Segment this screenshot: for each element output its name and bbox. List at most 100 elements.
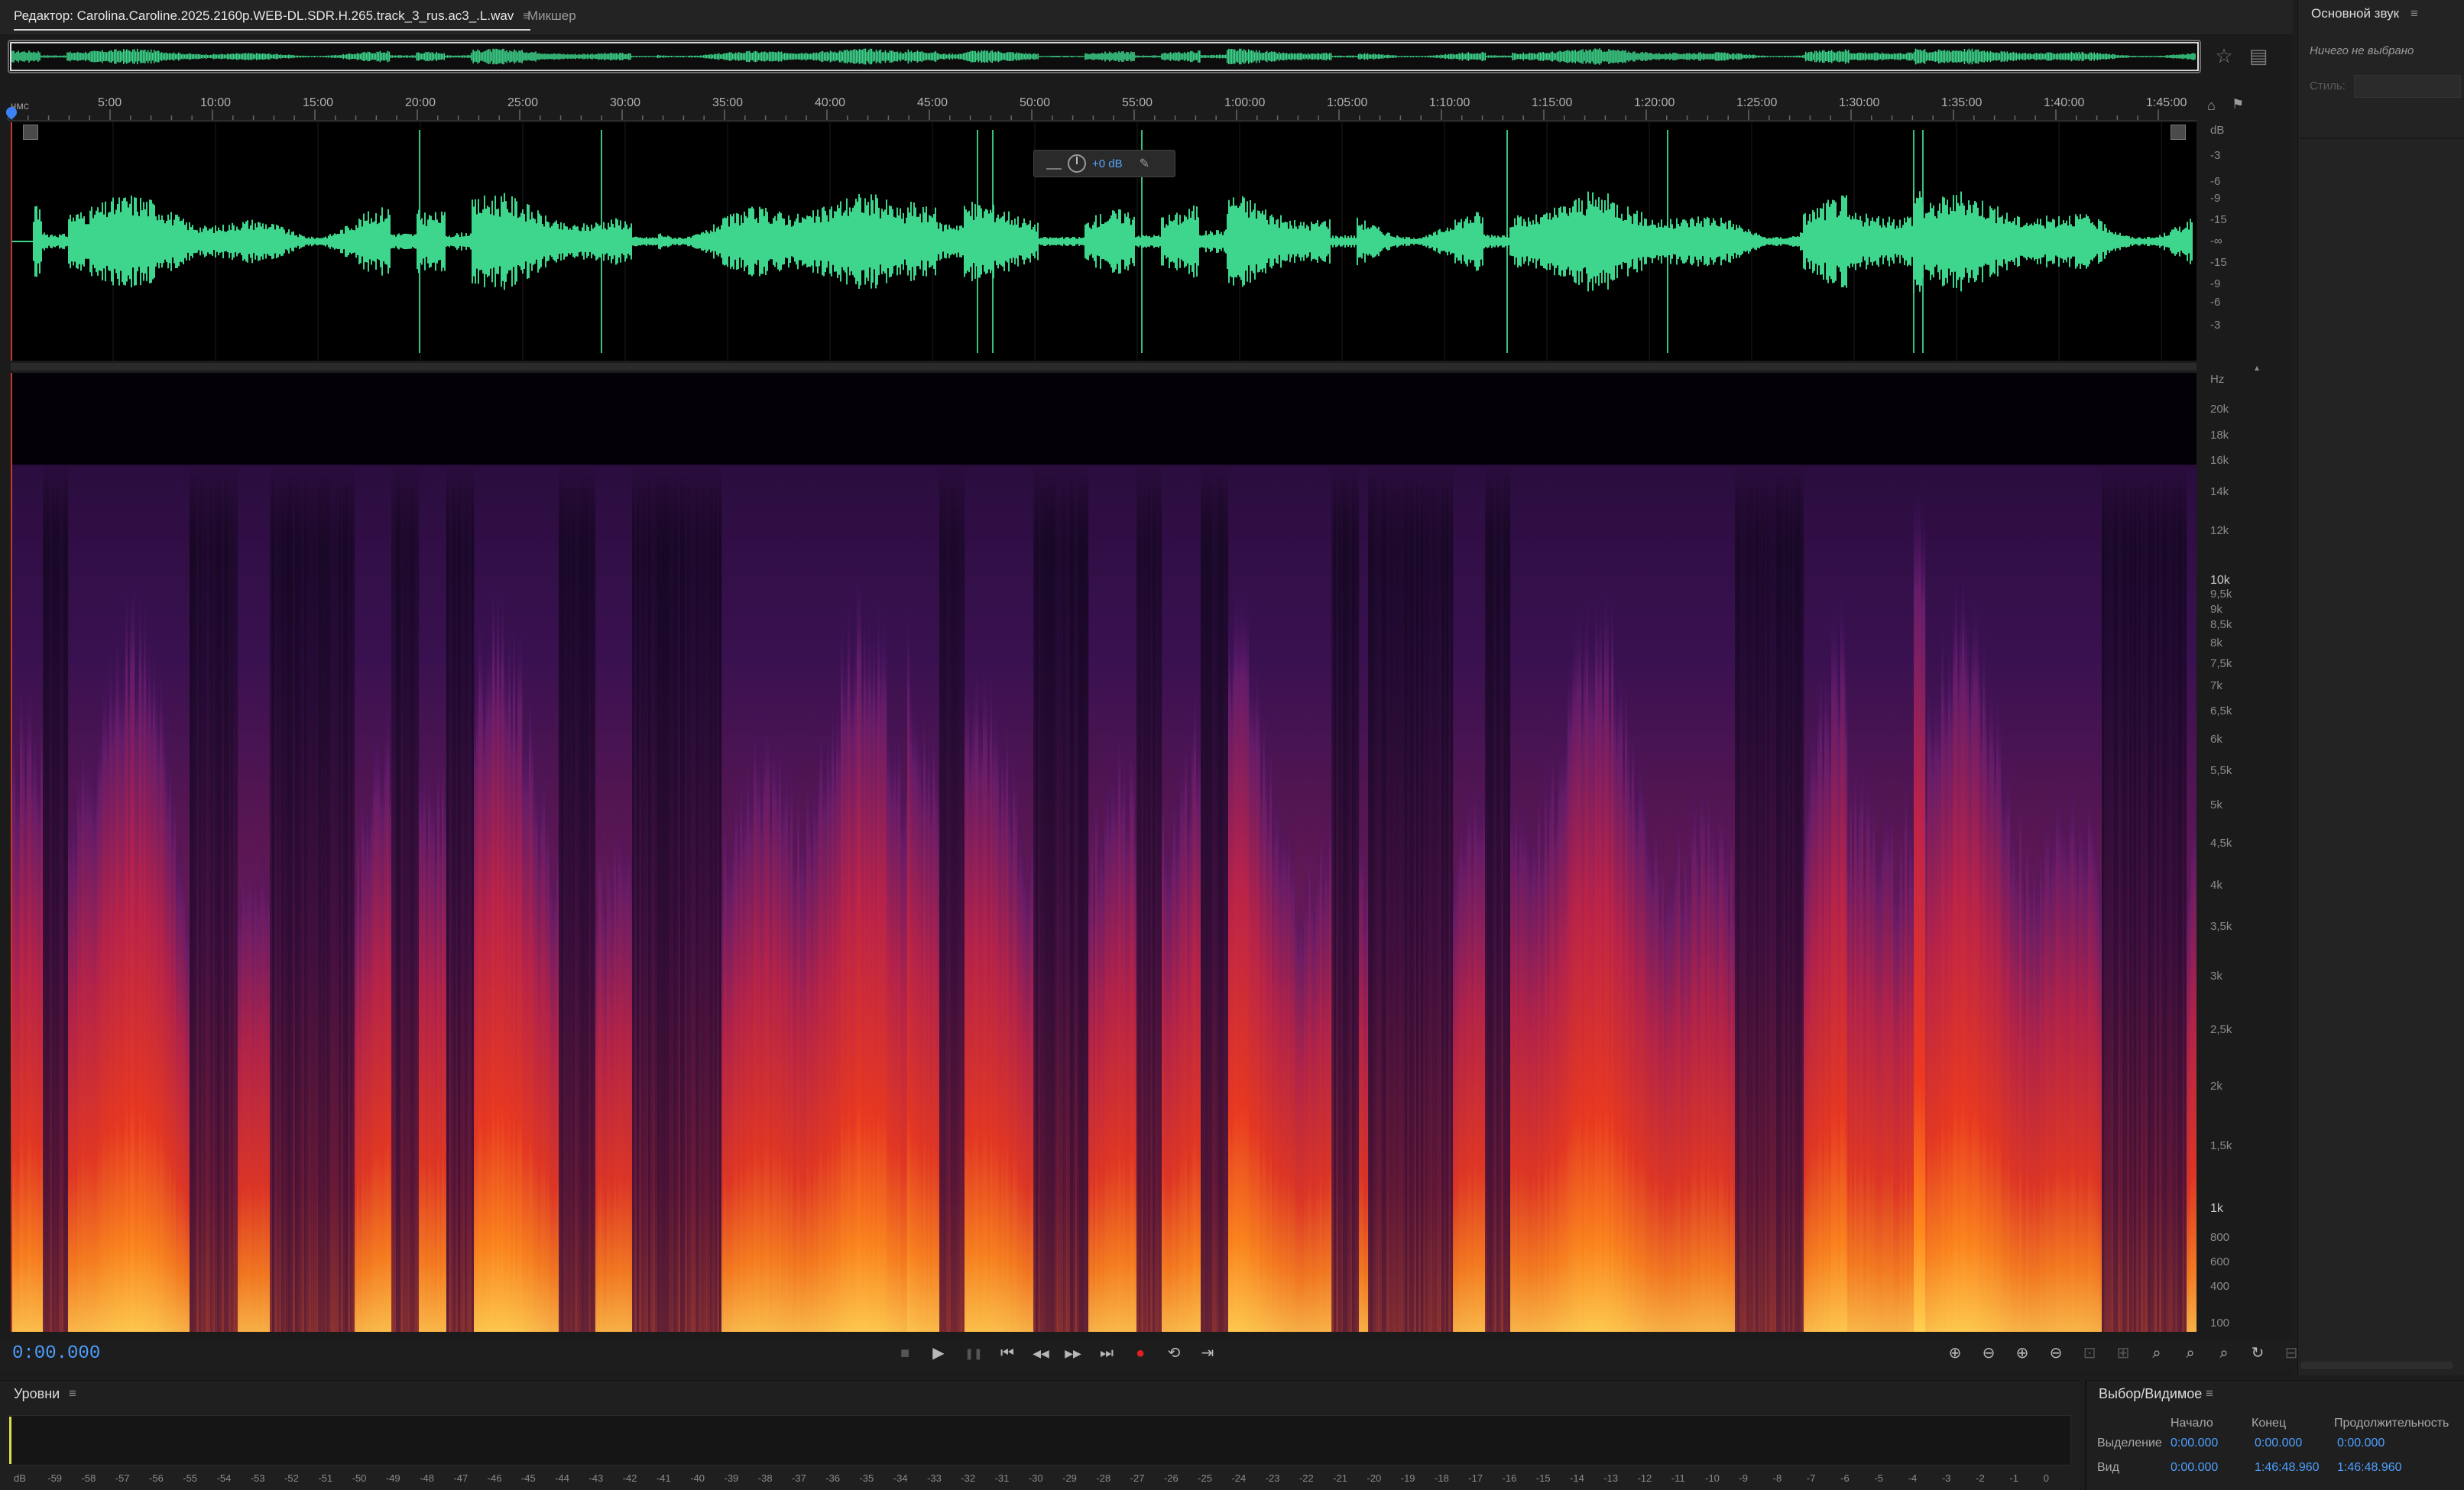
spectral-gap [1040,465,1043,1332]
spectral-band [1852,824,1855,1332]
essential-sound-title[interactable]: Основной звук [2311,6,2399,21]
loop-icon[interactable]: ⟲ [1160,1342,1188,1365]
selection-end-value[interactable]: 0:00.000 [2255,1437,2302,1450]
spectral-gap [1036,465,1039,1332]
spectral-band [843,646,846,1332]
view-options-icon[interactable]: ▤ [2247,44,2270,67]
zoom-out-amplitude-icon[interactable]: ⊖ [1975,1342,2002,1365]
panel-scrollbar[interactable] [2300,1362,2453,1369]
spectral-gap [1758,465,1761,1332]
db-tick-label: -6 [2210,296,2221,309]
spectral-band [827,711,830,1332]
spectral-band [1171,813,1174,1332]
spectral-gap [1737,465,1740,1332]
zoom-reset-icon[interactable]: ⊡ [2076,1342,2103,1365]
snap-icon[interactable]: ⌂ [2207,98,2216,114]
selection-start-value[interactable]: 0:00.000 [2171,1437,2218,1450]
spectral-band [1985,669,1988,1332]
level-scale-label: -1 [2009,1472,2018,1484]
spectral-gap [1042,465,1046,1332]
spectral-band [2095,826,2098,1332]
level-scale-label: -56 [149,1472,164,1484]
view-end-value[interactable]: 1:46:48.960 [2255,1461,2320,1475]
gain-hud[interactable]: +0 dB ✎ [1033,150,1175,177]
zoom-navigator-icon[interactable]: ☆ [2213,44,2235,67]
tab-mixer[interactable]: Микшер [527,0,576,34]
essential-sound-menu-icon[interactable]: ≡ [2411,6,2418,21]
zoom-in-time-icon[interactable]: ⊕ [2008,1342,2036,1365]
spectral-band [1574,618,1577,1332]
marker-icon[interactable]: ⚑ [2232,96,2244,112]
spectral-band [1178,795,1181,1332]
collapse-icon[interactable]: ▴ [2255,362,2259,373]
spectral-band [1026,869,1029,1332]
zoom-in-amplitude-icon[interactable]: ⊕ [1941,1342,1969,1365]
pause-icon[interactable]: ❚❚ [960,1342,987,1365]
spectral-display[interactable] [11,373,2197,1332]
spectral-band [1682,873,1685,1332]
spectral-band [1824,658,1827,1332]
levels-menu-icon[interactable]: ≡ [69,1386,76,1401]
spectral-band [242,848,245,1332]
tab-editor[interactable]: Редактор: Carolina.Caroline.2025.2160p.W… [14,0,530,31]
view-duration-value[interactable]: 1:46:48.960 [2337,1461,2402,1475]
view-start-value[interactable]: 0:00.000 [2171,1461,2218,1475]
zoom-in-right-icon[interactable]: ⌕ [2177,1342,2204,1365]
spectral-gap [1402,465,1405,1332]
zoom-out-time-icon[interactable]: ⊖ [2042,1342,2070,1365]
spectral-band [1609,666,1612,1332]
spectral-band [765,709,768,1332]
pin-icon[interactable]: ✎ [1140,156,1149,171]
spectral-gap [648,465,651,1332]
overview-waveform[interactable] [8,40,2201,73]
spectral-gap [673,465,676,1332]
rewind-icon[interactable]: ◀◀ [1027,1342,1055,1365]
volume-bars-icon [1046,157,1062,170]
gain-value[interactable]: +0 dB [1092,157,1123,170]
zoom-in-left-icon[interactable]: ⌕ [2143,1342,2171,1365]
spectral-band [1806,780,1809,1332]
spectral-gap [1432,465,1435,1332]
spectral-band [77,750,80,1332]
spectral-gap [660,465,663,1332]
record-icon[interactable]: ● [1127,1342,1154,1365]
fast-forward-icon[interactable]: ▶▶ [1059,1342,1087,1365]
spectral-band [84,748,87,1332]
selection-duration-value[interactable]: 0:00.000 [2337,1437,2385,1450]
view-splitter[interactable] [11,363,2197,371]
stop-icon[interactable]: ■ [891,1342,919,1365]
selection-view-menu-icon[interactable]: ≡ [2206,1386,2213,1401]
gain-knob-icon[interactable] [1068,154,1086,173]
spectral-gap [61,465,64,1332]
zoom-out-full-icon[interactable]: ↻ [2244,1342,2271,1365]
waveform-corner-left-icon[interactable] [23,125,38,140]
current-time-display[interactable]: 0:00.000 [12,1343,100,1364]
level-scale-label: -43 [588,1472,603,1484]
waveform-corner-right-icon[interactable] [2171,125,2186,140]
spectral-gap [446,465,449,1332]
spectral-band [1531,824,1534,1332]
go-to-start-icon[interactable]: ⏮ [994,1342,1021,1365]
go-to-end-icon[interactable]: ⏭ [1093,1342,1120,1365]
level-scale-label: -40 [690,1472,705,1484]
levels-title[interactable]: Уровни [14,1386,60,1402]
spectral-band [2077,834,2080,1332]
spectral-band [1276,781,1279,1332]
play-icon[interactable]: ▶ [925,1342,952,1365]
spectral-gap [2106,465,2109,1332]
spectral-gap [2138,465,2141,1332]
spectral-gap [190,465,193,1332]
skip-selection-icon[interactable]: ⇥ [1194,1342,1221,1365]
selection-view-title[interactable]: Выбор/Видимое [2099,1386,2202,1402]
spectral-gap [1781,465,1784,1332]
style-dropdown[interactable] [2354,75,2461,98]
spectral-gap [1086,465,1089,1332]
spectral-band [1533,809,1536,1332]
spectral-band [1535,826,1538,1332]
zoom-full-icon[interactable]: ⌕ [2210,1342,2238,1365]
spectral-band [1008,763,1011,1332]
spectral-gap [1070,465,1073,1332]
spectral-band [31,733,34,1332]
zoom-selection-icon[interactable]: ⊞ [2109,1342,2137,1365]
spectral-band [799,820,802,1332]
